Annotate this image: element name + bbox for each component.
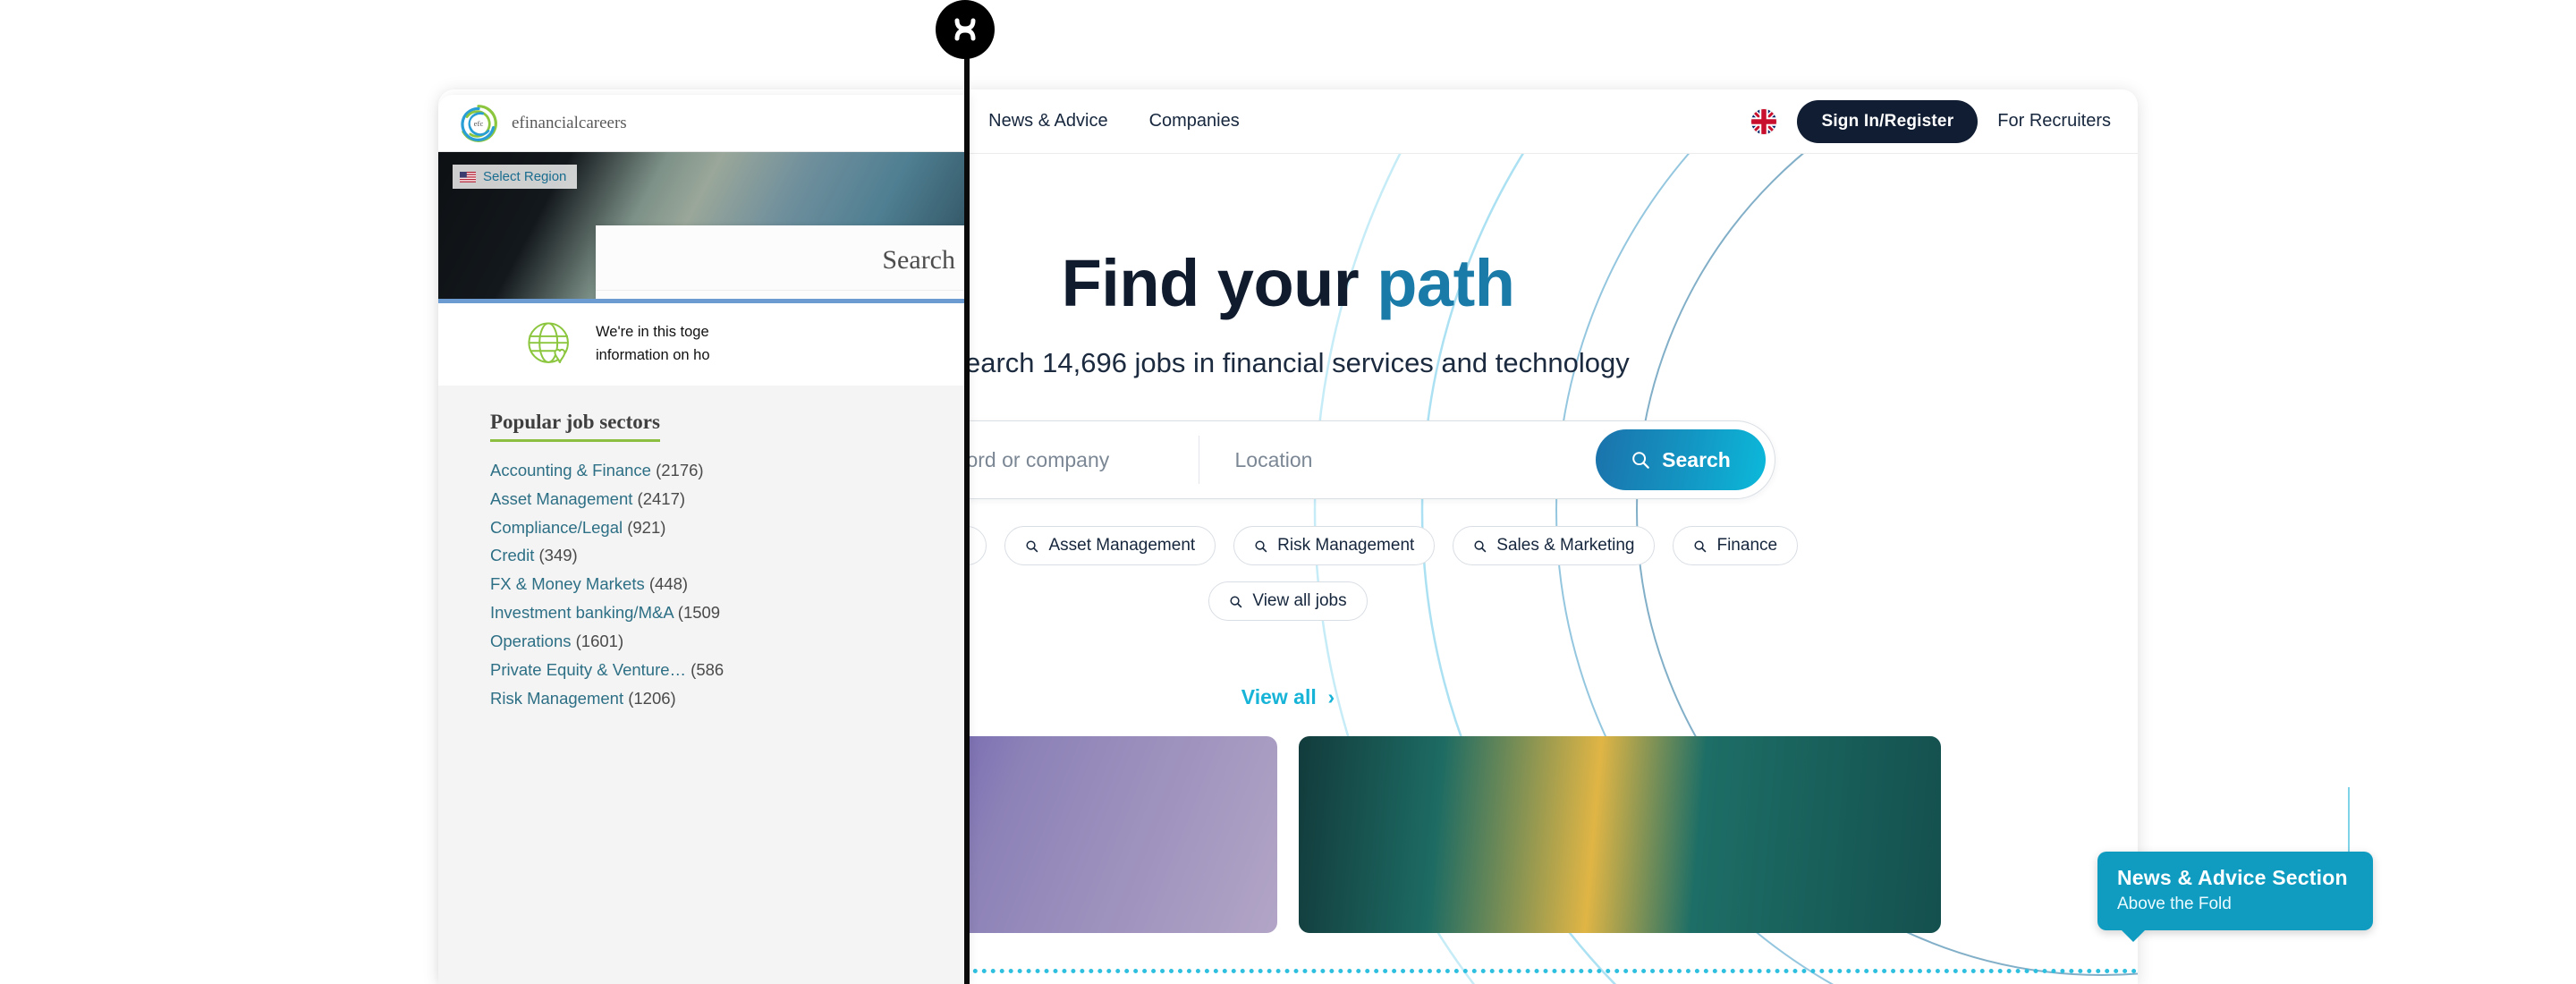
sector-label: Asset Management bbox=[490, 488, 633, 508]
sector-count: (1601) bbox=[575, 631, 624, 650]
close-x-glyph bbox=[954, 18, 976, 41]
us-flag-icon bbox=[460, 171, 476, 182]
sector-item-investment-banking-ma[interactable]: Investment banking/M&A (1509 bbox=[490, 598, 968, 627]
hero-title-lead: Find your bbox=[1061, 246, 1360, 320]
search-icon bbox=[1255, 539, 1267, 552]
search-submit-label: Search bbox=[1662, 447, 1731, 471]
sector-count: (2417) bbox=[637, 488, 686, 508]
chip-sales-marketing[interactable]: Sales & Marketing bbox=[1453, 526, 1656, 565]
svg-text:efc: efc bbox=[474, 119, 484, 128]
select-region-button[interactable]: Select Region bbox=[453, 165, 578, 189]
close-icon[interactable] bbox=[936, 0, 995, 59]
sector-label: Operations bbox=[490, 631, 572, 650]
chip-label: Risk Management bbox=[1277, 536, 1415, 555]
chevron-right-icon: › bbox=[1322, 685, 1335, 708]
sector-label: Compliance/Legal bbox=[490, 517, 623, 537]
sector-label: Risk Management bbox=[490, 688, 624, 708]
sector-count: (349) bbox=[538, 546, 578, 565]
efc-swirl-logo-icon: efc bbox=[461, 104, 497, 142]
chip-label: Sales & Marketing bbox=[1496, 536, 1635, 555]
chip-view-all-jobs[interactable]: View all jobs bbox=[1208, 581, 1368, 621]
chip-asset-management[interactable]: Asset Management bbox=[1004, 526, 1216, 565]
overlay-search-card: Search Job title, Keywords, Company bbox=[596, 225, 968, 299]
nav-item-news-advice[interactable]: News & Advice bbox=[988, 111, 1107, 131]
sector-label: Investment banking/M&A bbox=[490, 603, 674, 623]
search-icon bbox=[1694, 539, 1707, 552]
location-search-input[interactable] bbox=[1234, 447, 1596, 472]
sign-in-register-button[interactable]: Sign In/Register bbox=[1797, 99, 1979, 143]
overlay-banner-line1: We're in this toge bbox=[596, 324, 709, 341]
chip-label: Finance bbox=[1716, 536, 1778, 555]
overlay-banner-line2: information on ho bbox=[596, 347, 710, 363]
sectors-list: Accounting & Finance (2176) Asset Manage… bbox=[490, 456, 968, 712]
sectors-heading: Popular job sectors bbox=[490, 411, 660, 442]
sector-count: (448) bbox=[648, 574, 689, 594]
sector-count: (586 bbox=[691, 659, 724, 679]
chip-risk-management[interactable]: Risk Management bbox=[1233, 526, 1436, 565]
chip-label: Asset Management bbox=[1048, 536, 1196, 555]
select-region-label: Select Region bbox=[483, 169, 567, 184]
callout-leader-line bbox=[2348, 787, 2350, 859]
header-actions: Sign In/Register For Recruiters bbox=[1750, 99, 2111, 143]
chip-label: View all jobs bbox=[1252, 591, 1347, 610]
search-submit-button[interactable]: Search bbox=[1596, 429, 1766, 490]
view-all-link[interactable]: View all › bbox=[1241, 685, 1335, 708]
popular-job-sectors-section: Popular job sectors Accounting & Finance… bbox=[438, 386, 968, 712]
overlay-info-banner: We're in this toge information on ho bbox=[438, 303, 968, 386]
search-icon bbox=[1632, 452, 1649, 469]
sector-item-operations[interactable]: Operations (1601) bbox=[490, 627, 968, 656]
search-icon bbox=[1230, 595, 1242, 607]
sector-item-compliance-legal[interactable]: Compliance/Legal (921) bbox=[490, 513, 968, 542]
legacy-site-overlay-panel: efc efinancialcareers Select Region Sear… bbox=[438, 95, 968, 984]
overlay-search-title: Search bbox=[596, 225, 968, 291]
sector-label: Private Equity & Venture… bbox=[490, 659, 687, 679]
overlay-header: efc efinancialcareers bbox=[438, 95, 968, 152]
overlay-hero-image: Select Region Search Job title, K bbox=[438, 152, 968, 299]
sector-label: Credit bbox=[490, 546, 535, 565]
sector-label: Accounting & Finance bbox=[490, 461, 651, 479]
screenshot-stage: efc efinancialcareers Search Jobs News &… bbox=[0, 0, 2576, 984]
sector-item-accounting-finance[interactable]: Accounting & Finance (2176) bbox=[490, 456, 968, 485]
sector-item-risk-management[interactable]: Risk Management (1206) bbox=[490, 684, 968, 713]
sector-item-credit[interactable]: Credit (349) bbox=[490, 541, 968, 570]
overlay-brand-name: efinancialcareers bbox=[512, 113, 627, 132]
search-icon bbox=[1026, 539, 1038, 552]
overlay-banner-text: We're in this toge information on ho bbox=[596, 321, 710, 367]
callout-title: News & Advice Section bbox=[2117, 866, 2348, 889]
uk-flag-icon[interactable] bbox=[1750, 107, 1778, 135]
view-all-label: View all bbox=[1241, 685, 1317, 708]
for-recruiters-link[interactable]: For Recruiters bbox=[1997, 111, 2111, 131]
chip-finance[interactable]: Finance bbox=[1673, 526, 1799, 565]
comparison-slider-divider[interactable] bbox=[964, 27, 970, 984]
sector-count: (921) bbox=[627, 517, 666, 537]
location-field-wrap bbox=[1199, 421, 1596, 498]
sector-label: FX & Money Markets bbox=[490, 574, 645, 594]
search-icon bbox=[1474, 539, 1487, 552]
overlay-search-body: Job title, Keywords, Company bbox=[596, 291, 968, 299]
globe-heart-icon bbox=[528, 322, 569, 364]
sector-item-private-equity-venture[interactable]: Private Equity & Venture… (586 bbox=[490, 656, 968, 684]
article-card-2[interactable] bbox=[1299, 736, 1941, 933]
sector-count: (2176) bbox=[656, 461, 704, 479]
sector-count: (1509 bbox=[677, 603, 721, 623]
nav-item-companies[interactable]: Companies bbox=[1149, 111, 1240, 131]
annotation-callout: News & Advice Section Above the Fold bbox=[2097, 852, 2373, 942]
callout-subtitle: Above the Fold bbox=[2117, 895, 2232, 913]
sector-item-asset-management[interactable]: Asset Management (2417) bbox=[490, 485, 968, 513]
sector-count: (1206) bbox=[628, 688, 676, 708]
hero-title-accent: path bbox=[1377, 246, 1515, 320]
sector-item-fx-money-markets[interactable]: FX & Money Markets (448) bbox=[490, 570, 968, 598]
